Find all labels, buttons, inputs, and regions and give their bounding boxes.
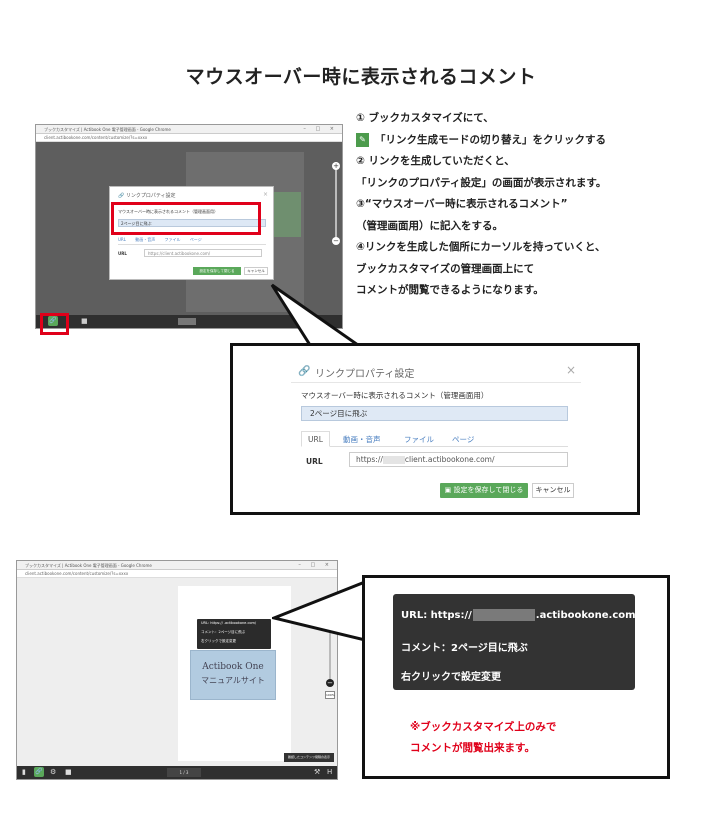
instruction-line: ① ブックカスタマイズにて、 — [356, 112, 494, 124]
dialog-title: 🔗 リンクプロパティ設定 — [118, 193, 176, 199]
bottom-toolbar: ▮ 🔗 ⚙ ■ 1 / 3 ⚒ H — [17, 766, 337, 779]
comment-input[interactable]: 2ページ目に飛ぶ — [301, 406, 568, 421]
dialog-tabs: URL 動画・音声 ファイル ページ — [118, 237, 266, 245]
zoom-slider[interactable] — [335, 162, 337, 242]
bookmark-icon[interactable]: ▮ — [22, 768, 26, 776]
save-icon: ▣ — [444, 486, 452, 494]
masked-subdomain — [472, 609, 535, 621]
hover-tooltip: URL: https://.actibookone.com/ コメント：2ページ… — [393, 594, 639, 690]
browser-title-bar: ブックカスタマイズ | Actibook One 電子管理画面 - Google… — [36, 125, 342, 134]
url-input[interactable]: https://client.actibookone.com/ — [144, 249, 262, 257]
callout-pointer — [272, 579, 367, 642]
page-indicator — [178, 318, 196, 325]
folder-icon[interactable]: ■ — [65, 768, 72, 776]
close-icon[interactable]: × — [263, 191, 268, 198]
save-button[interactable]: 設定を保存して閉じる — [193, 267, 241, 275]
callout-pointer — [270, 283, 360, 347]
instruction-line: （管理画面用）に記入をする。 — [356, 219, 503, 232]
dialog-tabs: URL 動画・音声 ファイル ページ — [301, 431, 568, 447]
page-indicator[interactable]: 1 / 3 — [167, 768, 201, 777]
highlight-comment-field — [111, 202, 261, 235]
h-icon[interactable]: H — [327, 768, 332, 776]
zoom-in-icon[interactable]: + — [332, 162, 340, 170]
instruction-line: 「リンクのプロパティ設定」の画面が表示されます。 — [356, 176, 607, 189]
tab-media[interactable]: 動画・音声 — [135, 237, 155, 242]
close-icon[interactable]: × — [566, 363, 576, 377]
instruction-line: ブックカスタマイズの管理画面上にて — [356, 262, 535, 275]
link-icon: ✎ — [356, 132, 369, 147]
comment-label: マウスオーバー時に表示されるコメント（管理画面用） — [301, 391, 489, 400]
instruction-line: ③“マウスオーバー時に表示されるコメント” — [356, 198, 568, 210]
zoom-out-icon[interactable]: − — [326, 679, 334, 687]
instruction-line: ② リンクを生成していただくと、 — [356, 155, 515, 167]
zoom-out-icon[interactable]: − — [332, 237, 340, 245]
instruction-line: ④リンクを生成した個所にカーソルを持っていくと、 — [356, 241, 606, 253]
link-mode-toggle-icon[interactable]: 🔗 — [34, 767, 44, 777]
save-button[interactable]: ▣ 設定を保存して閉じる — [440, 483, 528, 498]
link-area[interactable] — [271, 192, 301, 237]
cancel-button[interactable]: キャンセル — [244, 267, 268, 275]
url-input[interactable]: https://client.actibookone.com/ — [349, 452, 568, 467]
help-button[interactable]: 確認したコンテンツ間隔の表示 — [284, 753, 334, 762]
divider — [291, 382, 581, 383]
tooltip-hint: 右クリックで設定変更 — [401, 672, 501, 683]
instruction-line: ✎ 「リンク生成モードの切り替え」をクリックする — [356, 130, 716, 152]
tooltip-zoom-callout: URL: https://.actibookone.com/ コメント：2ページ… — [362, 575, 670, 779]
gear-icon[interactable]: ⚙ — [50, 768, 56, 776]
zoom-level: 100% — [325, 691, 335, 699]
link-icon: 🔗 — [298, 366, 311, 377]
cancel-button[interactable]: キャンセル — [532, 483, 574, 498]
address-bar[interactable]: client.actibookone.com/content/customize… — [36, 134, 342, 142]
url-label: URL — [306, 457, 323, 466]
browser-title-bar: ブックカスタマイズ | Actibook One 電子管理画面 - Google… — [17, 561, 337, 570]
page-title: マウスオーバー時に表示されるコメント — [185, 66, 537, 88]
tab-page[interactable]: ページ — [190, 237, 202, 242]
window-controls[interactable]: – □ × — [298, 561, 333, 570]
tab-url[interactable]: URL — [118, 237, 126, 242]
dialog-title: リンクプロパティ設定 — [315, 369, 415, 380]
dialog-zoom-callout: 🔗 リンクプロパティ設定 × マウスオーバー時に表示されるコメント（管理画面用）… — [230, 343, 640, 515]
tab-media[interactable]: 動画・音声 — [343, 434, 381, 445]
note: ※ブックカスタマイズ上のみで コメントが閲覧出来ます。 — [410, 721, 557, 754]
instruction-line: コメントが閲覧できるようになります。 — [356, 284, 544, 296]
hover-tooltip-small: URL: https:// .actibookone.com/ コメント：2ペー… — [197, 619, 271, 649]
tab-file[interactable]: ファイル — [165, 237, 181, 242]
window-controls[interactable]: – □ × — [303, 125, 338, 134]
tooltip-url: URL: https://.actibookone.com/ — [401, 609, 640, 621]
folder-icon[interactable]: ■ — [81, 317, 88, 325]
tab-url[interactable]: URL — [301, 431, 330, 447]
tooltip-comment: コメント：2ページ目に飛ぶ — [401, 643, 528, 654]
instructions: ① ブックカスタマイズにて、 ✎ 「リンク生成モードの切り替え」をクリックする ②… — [356, 108, 716, 302]
book-title: Actibook One — [202, 662, 264, 672]
highlight-link-toggle — [40, 313, 69, 335]
tab-page[interactable]: ページ — [452, 434, 474, 445]
url-label: URL — [118, 251, 127, 256]
tab-file[interactable]: ファイル — [404, 434, 434, 445]
book-cover-link[interactable]: Actibook One マニュアルサイト — [190, 650, 276, 700]
book-subtitle: マニュアルサイト — [201, 676, 265, 685]
wrench-icon[interactable]: ⚒ — [314, 768, 320, 776]
